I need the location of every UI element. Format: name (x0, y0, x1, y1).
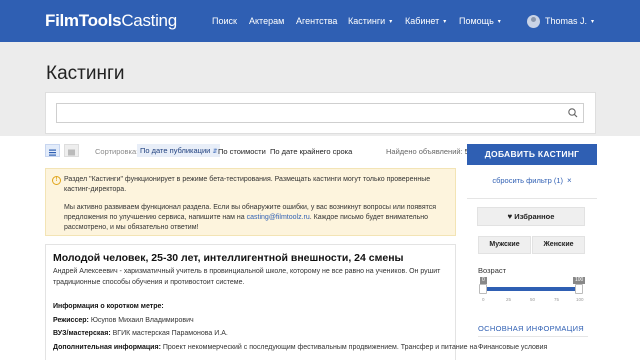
top-navbar: FilmToolsCasting Поиск Актерам Агентства… (0, 0, 640, 42)
age-slider-min-handle[interactable] (479, 284, 487, 294)
reset-filter-label: сбросить фильтр (1) (492, 176, 563, 185)
sort-label: Сортировка: (95, 147, 139, 156)
sort-direction-icon: ⇵ (212, 149, 218, 155)
grid-view-icon (68, 149, 75, 156)
age-tick: 100 (576, 297, 584, 302)
nav-item-agencies[interactable]: Агентства (296, 0, 337, 42)
extra-info-value: Проект некоммерческий с последующим фест… (162, 344, 478, 351)
chevron-down-icon: ▾ (591, 18, 595, 25)
age-tick: 75 (554, 297, 560, 302)
filmtoolz-logo[interactable]: FilmToolsCasting (45, 11, 177, 31)
list-view-toggle[interactable] (45, 144, 60, 157)
sort-by-date[interactable]: По дате публикации ⇵ (137, 144, 221, 157)
info-heading: Информация о коротком метре: (53, 303, 164, 310)
nav-item-cabinet[interactable]: Кабинет ▾ (405, 0, 446, 42)
nav-label: Кабинет (405, 16, 440, 26)
nav-item-help[interactable]: Помощь ▾ (459, 0, 501, 42)
page-title: Кастинги (46, 63, 125, 84)
nav-label: Поиск (212, 16, 237, 26)
divider (467, 198, 597, 199)
casting-title[interactable]: Молодой человек, 25-30 лет, интеллигентн… (53, 252, 404, 264)
financial-terms-label: Финансовые условия (478, 344, 548, 351)
school-value: ВГИК мастерская Парамонова И.А. (112, 330, 228, 337)
director-line: Режиссер: Юсупов Михаил Владимирович (53, 317, 194, 324)
list-view-icon (49, 149, 56, 156)
age-label: Возраст (478, 266, 507, 275)
close-icon[interactable]: × (567, 176, 572, 185)
alert-text-2: Мы активно развиваем функционал раздела.… (64, 203, 452, 233)
sort-by-price[interactable]: По стоимости (218, 147, 266, 156)
age-max-value: 100 (573, 277, 586, 284)
favorites-button[interactable]: ♥ Избранное (477, 207, 585, 226)
avatar[interactable] (527, 15, 540, 28)
extra-info-label: Дополнительная информация: (53, 344, 161, 351)
extra-info-line: Дополнительная информация: Проект некомм… (53, 344, 477, 351)
director-label: Режиссер: (53, 317, 89, 324)
user-menu[interactable]: Thomas J. ▾ (545, 0, 594, 42)
age-min-value: 0 (480, 277, 487, 284)
director-value: Юсупов Михаил Владимирович (90, 317, 194, 324)
nav-item-castings[interactable]: Кастинги ▾ (348, 0, 392, 42)
school-label: ВУЗ/мастерская: (53, 330, 111, 337)
search-input[interactable] (56, 103, 584, 123)
chevron-down-icon: ▾ (497, 18, 501, 25)
alert-text-1: Раздел "Кастинги" функционирует в режиме… (64, 176, 431, 193)
found-count: Найдено объявлений: 5 (386, 147, 469, 156)
age-slider-max-handle[interactable] (575, 284, 583, 294)
male-filter-button[interactable]: Мужские (478, 236, 531, 254)
info-icon: ! (52, 176, 61, 185)
divider (478, 336, 588, 337)
found-label: Найдено объявлений: (386, 147, 463, 156)
nav-label: Помощь (459, 16, 494, 26)
info-heading-text: Информация о коротком метре: (53, 303, 164, 310)
sort-option-label: По дате публикации (140, 146, 211, 155)
user-name: Thomas J. (545, 16, 588, 26)
nav-label: Кастинги (348, 16, 386, 26)
sort-by-deadline[interactable]: По дате крайнего срока (270, 147, 352, 156)
logo-light-text: Casting (121, 11, 177, 30)
age-slider-track[interactable] (483, 287, 579, 291)
grid-view-toggle[interactable] (64, 144, 79, 157)
nav-label: Актерам (249, 16, 285, 26)
heart-icon: ♥ (507, 212, 513, 221)
email-link[interactable]: casting@filmtoolz.ru (247, 214, 310, 221)
nav-label: Агентства (296, 16, 338, 26)
chevron-down-icon: ▾ (443, 18, 447, 25)
main-info-section-title[interactable]: ОСНОВНАЯ ИНФОРМАЦИЯ (478, 324, 584, 333)
casting-description: Андрей Алексеевич - харизматичный учител… (53, 268, 441, 286)
beta-alert: ! Раздел "Кастинги" функционирует в режи… (45, 168, 456, 236)
age-tick: 25 (506, 297, 512, 302)
favorites-label: Избранное (514, 212, 555, 221)
add-casting-button[interactable]: ДОБАВИТЬ КАСТИНГ (467, 144, 597, 165)
age-tick: 50 (530, 297, 536, 302)
age-tick: 0 (482, 297, 485, 302)
female-filter-button[interactable]: Женские (532, 236, 585, 254)
chevron-down-icon: ▾ (389, 18, 393, 25)
school-line: ВУЗ/мастерская: ВГИК мастерская Парамоно… (53, 330, 228, 337)
reset-filter-link[interactable]: сбросить фильтр (1) × (467, 176, 597, 185)
search-panel (45, 92, 596, 134)
nav-item-search[interactable]: Поиск (212, 0, 237, 42)
nav-item-actors[interactable]: Актерам (249, 0, 284, 42)
casting-card[interactable]: Молодой человек, 25-30 лет, интеллигентн… (45, 244, 477, 360)
logo-bold-text: FilmTools (45, 11, 122, 30)
search-icon[interactable] (567, 107, 579, 119)
